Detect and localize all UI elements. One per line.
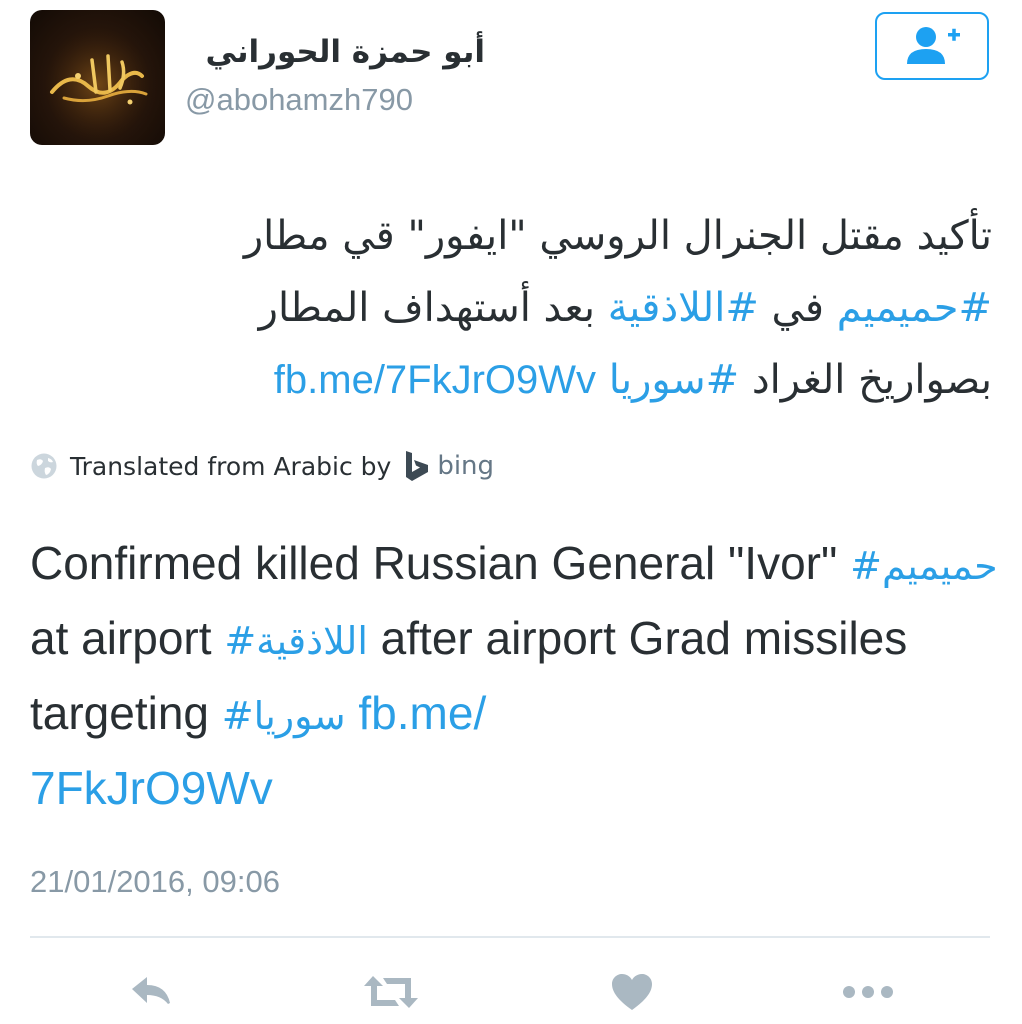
- tweet-text-arabic: تأكيد مقتل الجنرال الروسي "ايفور" قي مطا…: [100, 200, 992, 416]
- reply-icon: [132, 977, 170, 1004]
- divider: [30, 936, 990, 938]
- reply-button[interactable]: [122, 964, 182, 1020]
- tweet-text-translated: Confirmed killed Russian General "Ivor" …: [30, 527, 1000, 824]
- translation-provider[interactable]: bing: [437, 451, 494, 481]
- translated-label: Translated from Arabic by: [70, 451, 392, 481]
- arabic-text-segment: بصواريخ الغراد: [739, 357, 992, 403]
- globe-icon: [31, 453, 57, 479]
- retweet-icon: [364, 976, 418, 1008]
- tweet-link[interactable]: fb.me/7FkJrO9Wv: [274, 358, 596, 402]
- hashtag-latakia[interactable]: #اللاذقية: [608, 285, 759, 331]
- link-segment: fb.me/: [358, 687, 487, 739]
- arabic-line-3: بصواريخ الغراد #سوريا fb.me/7FkJrO9Wv: [100, 344, 992, 416]
- display-name[interactable]: أبو حمزة الحوراني: [185, 32, 485, 72]
- translated-text-segment: Confirmed killed Russian General "Ivor": [30, 537, 838, 589]
- translated-text-segment: at airport: [30, 612, 225, 664]
- calligraphy-avatar-image: [30, 10, 165, 145]
- arabic-text-segment: بعد أستهداف المطار: [258, 285, 608, 331]
- hashtag-syria[interactable]: #سوريا: [609, 357, 739, 403]
- follow-user-icon: [907, 27, 960, 64]
- arabic-line-1: تأكيد مقتل الجنرال الروسي "ايفور" قي مطا…: [243, 213, 992, 259]
- avatar[interactable]: [30, 10, 165, 145]
- more-icon: [843, 986, 893, 998]
- more-button[interactable]: [838, 964, 898, 1020]
- hashtag-latakia[interactable]: اللاذقية#: [224, 619, 368, 663]
- follow-button[interactable]: [875, 12, 989, 80]
- heart-icon: [612, 974, 652, 1010]
- hashtag-syria[interactable]: سوريا#: [222, 694, 346, 738]
- retweet-button[interactable]: [356, 964, 426, 1020]
- like-button[interactable]: [602, 964, 662, 1020]
- tweet-timestamp: 21/01/2016, 09:06: [30, 864, 280, 899]
- link-segment: 7FkJrO9Wv: [30, 762, 273, 814]
- arabic-line-2: #حميميم في #اللاذقية بعد أستهداف المطار: [100, 272, 992, 344]
- arabic-text-segment: في: [758, 285, 837, 331]
- translation-attribution: Translated from Arabic by bing: [30, 448, 494, 484]
- user-handle[interactable]: @abohamzh790: [185, 80, 413, 120]
- hashtag-hmeimim[interactable]: حميميم#: [850, 544, 998, 588]
- bing-logo-icon: [406, 451, 429, 481]
- hashtag-hmeimim[interactable]: #حميميم: [837, 285, 992, 331]
